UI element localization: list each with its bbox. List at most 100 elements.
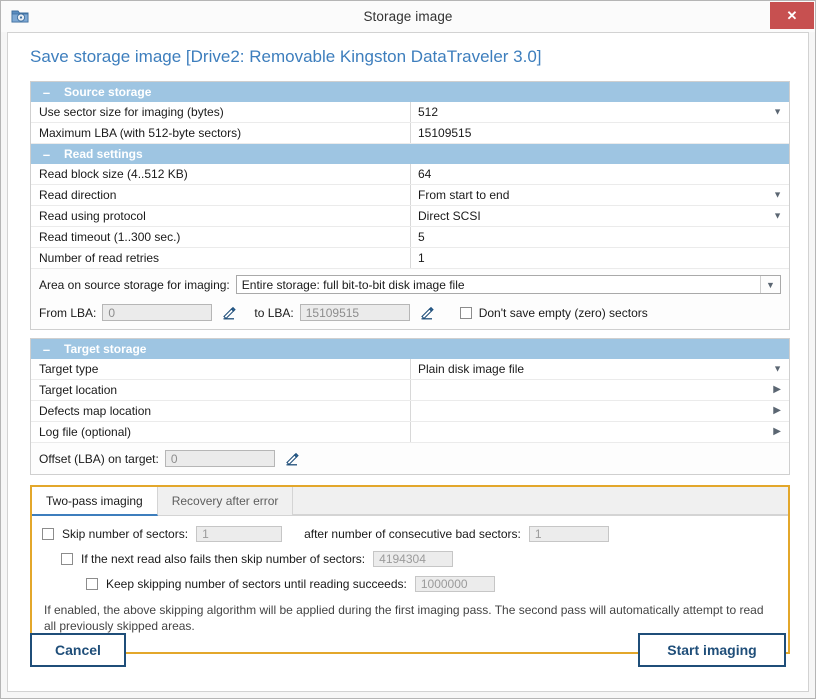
area-label: Area on source storage for imaging: [39, 278, 230, 292]
chevron-down-icon[interactable]: ▼ [760, 276, 780, 293]
table-row[interactable]: Target location ▶ [31, 380, 789, 401]
row-value[interactable]: 15109515 [411, 123, 789, 143]
next-read-fails-row: If the next read also fails then skip nu… [61, 551, 778, 567]
dialog-content: Save storage image [Drive2: Removable Ki… [7, 32, 809, 692]
skip-sectors-input[interactable]: 1 [196, 526, 282, 542]
offset-row: Offset (LBA) on target: 0 [31, 443, 789, 474]
start-imaging-button[interactable]: Start imaging [638, 633, 786, 667]
skip-sectors-row: Skip number of sectors: 1 after number o… [42, 526, 778, 542]
row-value[interactable]: 64 [411, 164, 789, 184]
keep-skipping-checkbox[interactable] [86, 578, 98, 590]
row-label: Read using protocol [31, 206, 411, 226]
section-header-target-storage[interactable]: – Target storage [31, 339, 789, 359]
tab-recovery-after-error[interactable]: Recovery after error [158, 487, 294, 515]
collapse-minus-icon: – [41, 148, 52, 161]
table-row[interactable]: Read direction From start to end ▼ [31, 185, 789, 206]
table-row[interactable]: Defects map location ▶ [31, 401, 789, 422]
offset-label: Offset (LBA) on target: [39, 452, 159, 466]
row-value[interactable]: ▶ [411, 401, 789, 421]
table-row[interactable]: Log file (optional) ▶ [31, 422, 789, 443]
row-label: Read direction [31, 185, 411, 205]
row-value-text: 5 [418, 230, 425, 244]
section-title-source-storage: Source storage [64, 82, 151, 102]
row-label: Read block size (4..512 KB) [31, 164, 411, 184]
row-value-text: From start to end [418, 188, 509, 202]
lba-range-row: From LBA: 0 to LBA: 15109515 [31, 300, 789, 329]
next-read-fails-input[interactable]: 4194304 [373, 551, 453, 567]
row-value[interactable]: ▶ [411, 380, 789, 400]
source-and-read-group: – Source storage Use sector size for ima… [30, 81, 790, 330]
edit-pencil-icon[interactable] [416, 303, 438, 322]
collapse-minus-icon: – [41, 343, 52, 356]
row-value[interactable]: ▶ [411, 422, 789, 442]
from-lba-input[interactable]: 0 [102, 304, 212, 321]
edit-pencil-icon[interactable] [218, 303, 240, 322]
skip-empty-sectors-label: Don't save empty (zero) sectors [479, 306, 648, 320]
row-value[interactable]: 1 [411, 248, 789, 268]
row-value-text: 1 [418, 251, 425, 265]
chevron-right-icon[interactable]: ▶ [773, 406, 781, 416]
keep-skipping-row: Keep skipping number of sectors until re… [86, 576, 778, 592]
row-value[interactable]: From start to end ▼ [411, 185, 789, 205]
settings-panel: – Source storage Use sector size for ima… [30, 81, 790, 483]
cancel-button[interactable]: Cancel [30, 633, 126, 667]
skip-sectors-checkbox[interactable] [42, 528, 54, 540]
close-icon[interactable]: ✕ [770, 2, 814, 29]
table-row[interactable]: Maximum LBA (with 512-byte sectors) 1510… [31, 123, 789, 144]
section-header-source-storage[interactable]: – Source storage [31, 82, 789, 102]
edit-pencil-icon[interactable] [281, 449, 303, 468]
tab-strip-filler [293, 487, 788, 515]
row-value[interactable]: Plain disk image file ▼ [411, 359, 789, 379]
row-label: Defects map location [31, 401, 411, 421]
keep-skipping-input[interactable]: 1000000 [415, 576, 495, 592]
disk-image-folder-icon [10, 6, 30, 26]
chevron-down-icon[interactable]: ▼ [773, 191, 782, 200]
area-dropdown[interactable]: Entire storage: full bit-to-bit disk ima… [236, 275, 781, 294]
table-row[interactable]: Number of read retries 1 [31, 248, 789, 269]
table-row[interactable]: Read block size (4..512 KB) 64 [31, 164, 789, 185]
row-label: Maximum LBA (with 512-byte sectors) [31, 123, 411, 143]
to-lba-label: to LBA: [254, 306, 293, 320]
row-label: Number of read retries [31, 248, 411, 268]
title-bar: Storage image ✕ [1, 1, 815, 32]
row-value-text: 15109515 [418, 126, 471, 140]
collapse-minus-icon: – [41, 86, 52, 99]
from-lba-label: From LBA: [39, 306, 96, 320]
keep-skipping-label: Keep skipping number of sectors until re… [106, 577, 407, 591]
chevron-down-icon[interactable]: ▼ [773, 108, 782, 117]
table-row[interactable]: Read using protocol Direct SCSI ▼ [31, 206, 789, 227]
next-read-fails-label: If the next read also fails then skip nu… [81, 552, 365, 566]
row-label: Use sector size for imaging (bytes) [31, 102, 411, 122]
row-label: Read timeout (1..300 sec.) [31, 227, 411, 247]
row-value[interactable]: 5 [411, 227, 789, 247]
chevron-right-icon[interactable]: ▶ [773, 385, 781, 395]
target-storage-group: – Target storage Target type Plain disk … [30, 338, 790, 475]
tab-two-pass-imaging[interactable]: Two-pass imaging [32, 487, 158, 516]
skip-empty-sectors-checkbox[interactable]: Don't save empty (zero) sectors [460, 306, 648, 320]
storage-image-window: Storage image ✕ Save storage image [Driv… [0, 0, 816, 699]
page-title: Save storage image [Drive2: Removable Ki… [30, 47, 542, 67]
tab-strip: Two-pass imaging Recovery after error [32, 487, 788, 516]
to-lba-input[interactable]: 15109515 [300, 304, 410, 321]
row-value-text: 512 [418, 105, 438, 119]
checkbox-box[interactable] [460, 307, 472, 319]
table-row[interactable]: Read timeout (1..300 sec.) 5 [31, 227, 789, 248]
area-row: Area on source storage for imaging: Enti… [31, 269, 789, 300]
after-bad-sectors-input[interactable]: 1 [529, 526, 609, 542]
row-value-text: Plain disk image file [418, 362, 524, 376]
row-value[interactable]: 512 ▼ [411, 102, 789, 122]
table-row[interactable]: Target type Plain disk image file ▼ [31, 359, 789, 380]
window-title: Storage image [1, 9, 815, 24]
section-header-read-settings[interactable]: – Read settings [31, 144, 789, 164]
chevron-down-icon[interactable]: ▼ [773, 212, 782, 221]
row-label: Log file (optional) [31, 422, 411, 442]
offset-input[interactable]: 0 [165, 450, 275, 467]
table-row[interactable]: Use sector size for imaging (bytes) 512 … [31, 102, 789, 123]
chevron-right-icon[interactable]: ▶ [773, 427, 781, 437]
row-label: Target location [31, 380, 411, 400]
next-read-fails-checkbox[interactable] [61, 553, 73, 565]
chevron-down-icon[interactable]: ▼ [773, 365, 782, 374]
row-value[interactable]: Direct SCSI ▼ [411, 206, 789, 226]
section-title-target-storage: Target storage [64, 339, 146, 359]
row-value-text: 64 [418, 167, 431, 181]
